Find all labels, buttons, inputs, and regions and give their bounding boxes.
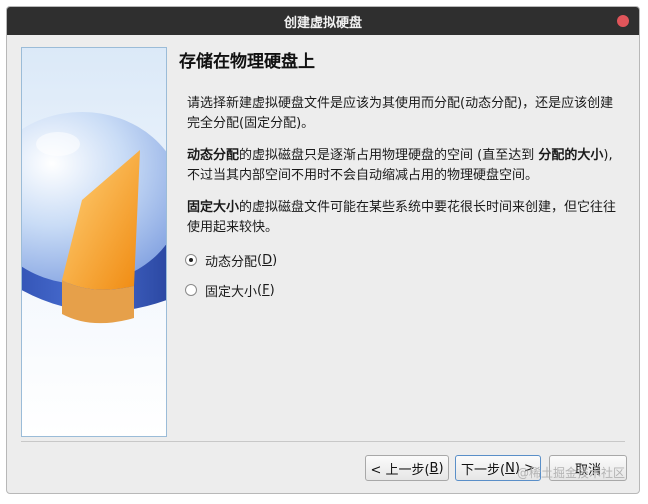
radio-dynamic-allocation[interactable]: 动态分配(D) bbox=[185, 250, 629, 270]
page-content: 存储在物理硬盘上 请选择新建虚拟硬盘文件是应该为其使用而分配(动态分配)，还是应… bbox=[179, 47, 629, 310]
radio-checked-icon[interactable] bbox=[185, 254, 197, 266]
dialog-window: 创建虚拟硬盘 存储在物理硬盘上 请选择新建虚拟硬盘文件是应该为其使用而分配(动态… bbox=[6, 6, 640, 494]
fixed-term: 固定大小 bbox=[187, 200, 240, 215]
title-bar: 创建虚拟硬盘 bbox=[7, 7, 639, 35]
window-title: 创建虚拟硬盘 bbox=[283, 15, 362, 31]
watermark: @稀土掘金技术社区 bbox=[516, 466, 625, 480]
intro-text: 请选择新建虚拟硬盘文件是应该为其使用而分配(动态分配)，还是应该创建完全分配(固… bbox=[187, 96, 614, 131]
radio-fixed-size[interactable]: 固定大小(F) bbox=[185, 280, 629, 300]
close-icon[interactable] bbox=[617, 15, 629, 27]
back-button[interactable]: < 上一步(B) bbox=[365, 455, 449, 481]
dynamic-description: 动态分配的虚拟磁盘只是逐渐占用物理硬盘的空间 (直至达到 分配的大小), 不过当… bbox=[187, 148, 613, 183]
footer-divider bbox=[21, 441, 625, 442]
pie-disk-icon bbox=[22, 48, 166, 436]
radio-unchecked-icon[interactable] bbox=[185, 284, 197, 296]
page-title: 存储在物理硬盘上 bbox=[179, 52, 315, 72]
allocated-size-term: 分配的大小 bbox=[538, 148, 604, 163]
dynamic-term: 动态分配 bbox=[187, 148, 240, 163]
disk-illustration bbox=[21, 47, 167, 437]
fixed-description: 固定大小的虚拟磁盘文件可能在某些系统中要花很长时间来创建，但它往往使用起来较快。 bbox=[187, 200, 617, 235]
